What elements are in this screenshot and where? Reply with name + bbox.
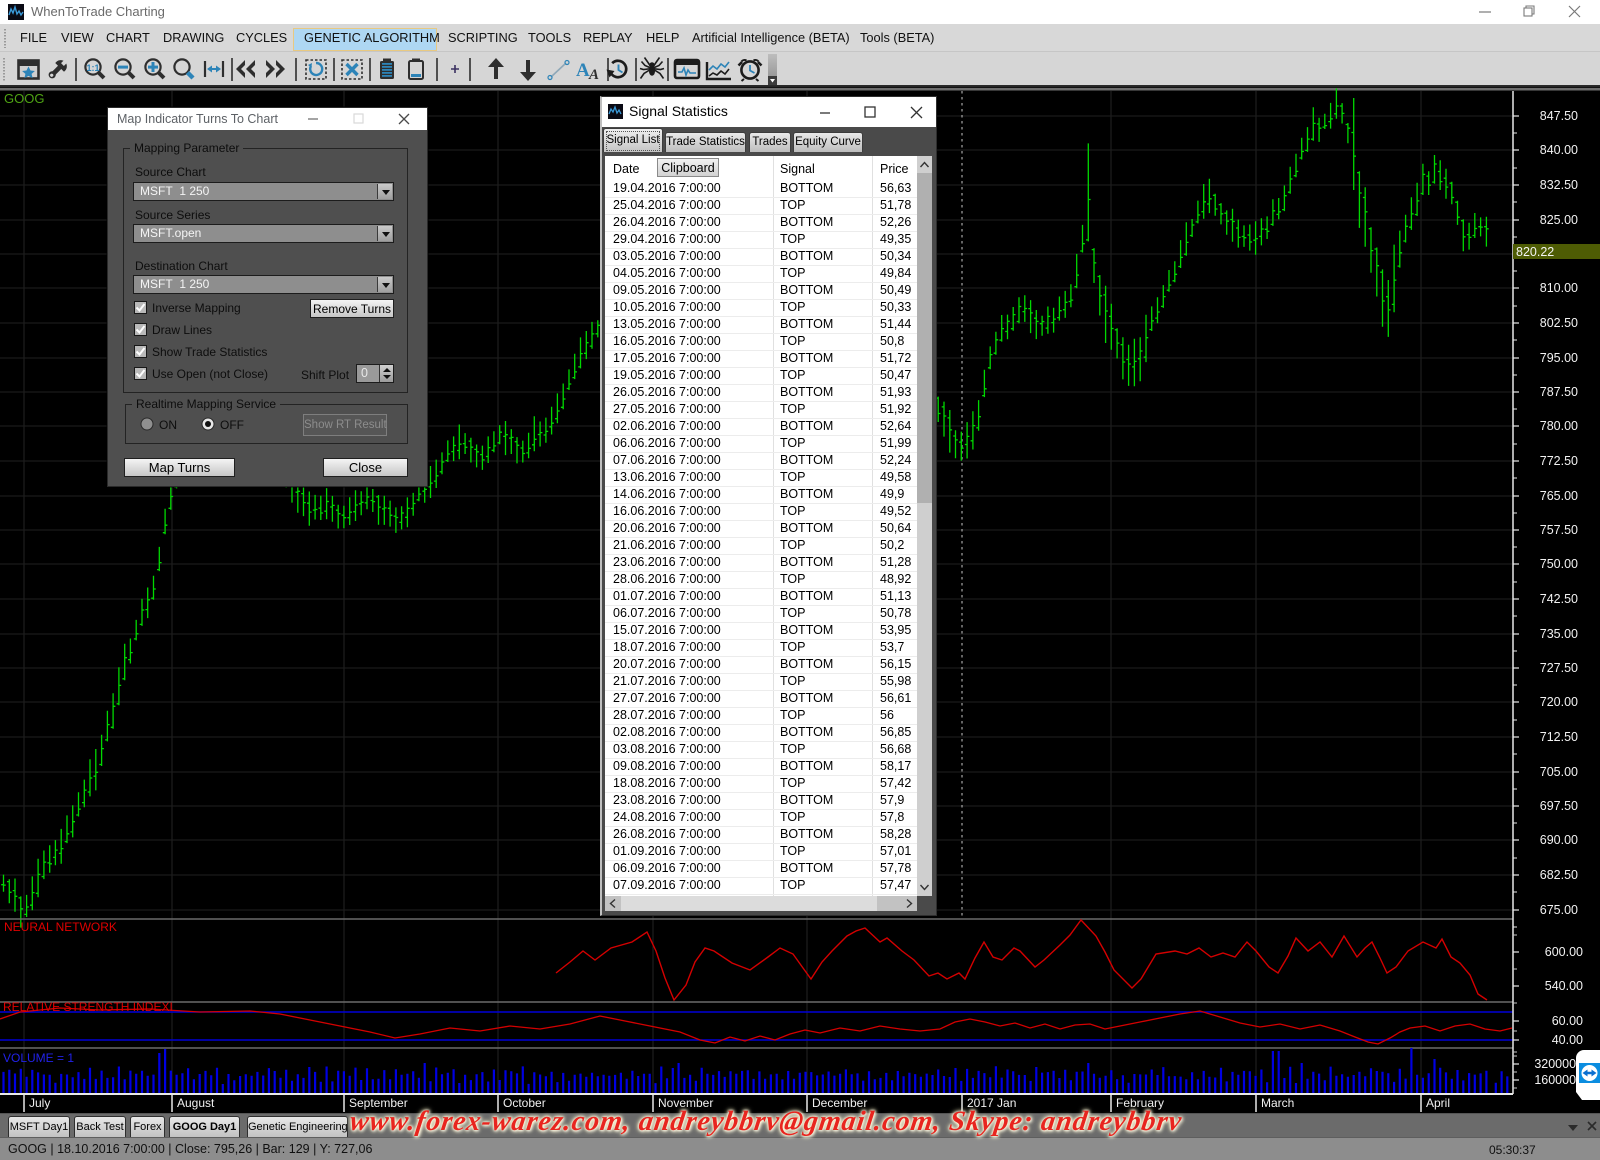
svg-text:40.00: 40.00: [1552, 1033, 1583, 1047]
svg-text:810.00: 810.00: [1540, 281, 1578, 295]
svg-text:697.50: 697.50: [1540, 799, 1578, 813]
svg-text:April: April: [1426, 1096, 1450, 1110]
svg-text:727.50: 727.50: [1540, 661, 1578, 675]
svg-text:757.50: 757.50: [1540, 523, 1578, 537]
svg-text:780.00: 780.00: [1540, 419, 1578, 433]
svg-text:600.00: 600.00: [1545, 945, 1583, 959]
svg-text:825.00: 825.00: [1540, 213, 1578, 227]
svg-text:720.00: 720.00: [1540, 695, 1578, 709]
svg-text:795.00: 795.00: [1540, 351, 1578, 365]
svg-text:742.50: 742.50: [1540, 592, 1578, 606]
svg-text:705.00: 705.00: [1540, 765, 1578, 779]
svg-text:VOLUME = 1: VOLUME = 1: [3, 1051, 74, 1065]
svg-text:840.00: 840.00: [1540, 143, 1578, 157]
svg-text:765.00: 765.00: [1540, 489, 1578, 503]
svg-text:820.22: 820.22: [1516, 245, 1554, 259]
svg-text:847.50: 847.50: [1540, 109, 1578, 123]
svg-text:March: March: [1261, 1096, 1294, 1110]
svg-text:August: August: [177, 1096, 215, 1110]
svg-text:GOOG: GOOG: [4, 91, 44, 106]
svg-text:712.50: 712.50: [1540, 730, 1578, 744]
svg-text:682.50: 682.50: [1540, 868, 1578, 882]
svg-text:750.00: 750.00: [1540, 557, 1578, 571]
svg-text:802.50: 802.50: [1540, 316, 1578, 330]
svg-text:RELATIVE STRENGTH INDEXI: RELATIVE STRENGTH INDEXI: [3, 1000, 173, 1014]
svg-text:July: July: [29, 1096, 50, 1110]
svg-text:787.50: 787.50: [1540, 385, 1578, 399]
svg-text:772.50: 772.50: [1540, 454, 1578, 468]
svg-text:NEURAL NETWORK: NEURAL NETWORK: [4, 920, 117, 934]
svg-text:690.00: 690.00: [1540, 833, 1578, 847]
svg-text:832.50: 832.50: [1540, 178, 1578, 192]
svg-text:540.00: 540.00: [1545, 979, 1583, 993]
svg-text:675.00: 675.00: [1540, 903, 1578, 917]
svg-text:735.00: 735.00: [1540, 627, 1578, 641]
svg-text:60.00: 60.00: [1552, 1014, 1583, 1028]
